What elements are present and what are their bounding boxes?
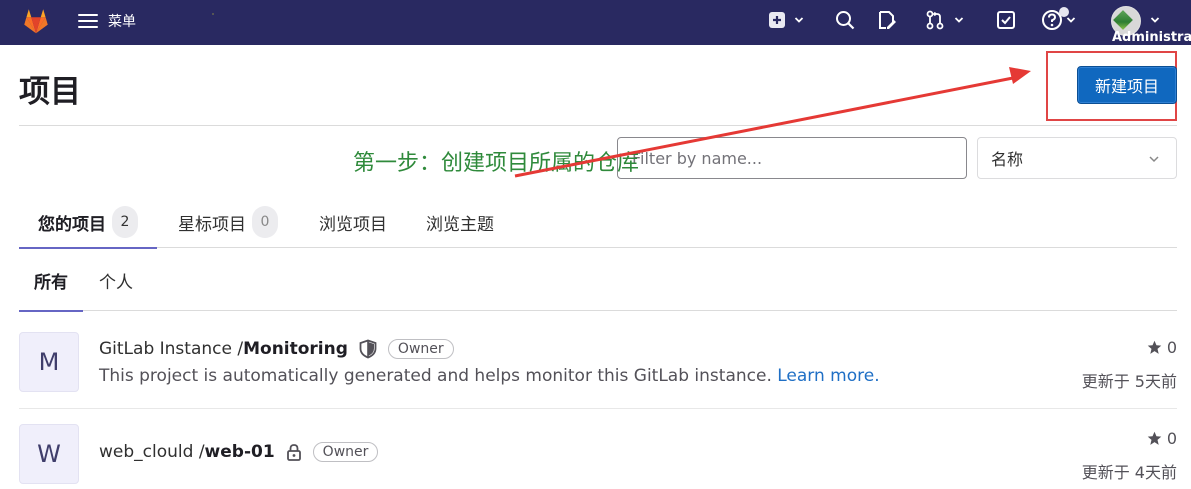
project-avatar[interactable]: W: [19, 424, 79, 484]
subtab-label: 个人: [99, 273, 133, 293]
tab-label: 您的项目: [38, 214, 106, 235]
create-new-dropdown[interactable]: [768, 8, 804, 32]
tab-label: 星标项目: [178, 214, 246, 235]
chevron-down-icon: [1149, 156, 1159, 163]
updated-time: 更新于 5天前: [1081, 372, 1177, 391]
star-value: 0: [1166, 429, 1177, 448]
new-project-button[interactable]: 新建项目: [1077, 66, 1177, 104]
description-text: This project is automatically generated …: [99, 366, 778, 386]
subtab-personal[interactable]: 个人: [99, 250, 133, 311]
todos-button[interactable]: [996, 8, 1016, 32]
tab-explore-topics[interactable]: 浏览主题: [426, 196, 494, 248]
notification-dot: [1059, 7, 1069, 17]
subtab-label: 所有: [34, 273, 68, 293]
list-item: M GitLab Instance / Monitoring Owner Thi…: [19, 312, 1177, 409]
annotation-text: 第一步：创建项目所属的仓库: [353, 151, 640, 176]
divider: [19, 125, 1177, 126]
gitlab-logo[interactable]: [21, 6, 51, 36]
role-badge: Owner: [387, 339, 454, 359]
tab-label: 浏览主题: [426, 214, 494, 235]
star-value: 0: [1166, 338, 1177, 357]
project-name: web-01: [204, 442, 275, 462]
merge-request-icon: [926, 10, 944, 30]
project-avatar[interactable]: M: [19, 332, 79, 392]
project-title[interactable]: web_clould / web-01 Owner: [99, 442, 379, 462]
issues-button[interactable]: [877, 8, 897, 32]
count-badge: 2: [112, 206, 138, 238]
list-item: W web_clould / web-01 Owner 0 更新于 4天前: [19, 410, 1177, 489]
chevron-down-icon: [954, 17, 964, 23]
star-icon: [1147, 340, 1162, 354]
user-name: Administrator: [1112, 30, 1191, 45]
chevron-down-icon: [794, 17, 804, 23]
star-icon: [1147, 431, 1162, 445]
search-icon: [836, 11, 855, 30]
learn-more-link[interactable]: Learn more.: [777, 366, 879, 386]
project-tabs: 您的项目 2 星标项目 0 浏览项目 浏览主题: [19, 196, 1177, 249]
star-count[interactable]: 0: [1147, 338, 1177, 357]
filter-input[interactable]: [617, 137, 967, 179]
sort-dropdown[interactable]: 名称: [977, 137, 1177, 179]
shield-icon: [358, 339, 378, 359]
tab-label: 浏览项目: [319, 214, 387, 235]
chevron-down-icon: [1066, 17, 1076, 23]
menu-button[interactable]: 菜单: [78, 9, 136, 33]
chevron-down-icon: [1150, 17, 1160, 23]
todo-icon: [997, 11, 1015, 29]
issues-icon: [879, 11, 896, 29]
tab-starred-projects[interactable]: 星标项目 0: [178, 196, 278, 248]
star-count[interactable]: 0: [1147, 429, 1177, 448]
project-subtabs: 所有 个人: [19, 250, 1177, 312]
merge-requests-dropdown[interactable]: [925, 8, 964, 32]
user-menu-chevron[interactable]: [1150, 8, 1160, 32]
tab-explore-projects[interactable]: 浏览项目: [319, 196, 387, 248]
menu-label: 菜单: [108, 14, 136, 30]
project-title[interactable]: GitLab Instance / Monitoring Owner: [99, 339, 454, 359]
subtab-all[interactable]: 所有: [19, 250, 83, 312]
hamburger-icon: [78, 14, 98, 28]
tab-your-projects[interactable]: 您的项目 2: [19, 196, 157, 249]
project-namespace: GitLab Instance /: [99, 339, 244, 359]
project-description: This project is automatically generated …: [99, 366, 880, 386]
search-button[interactable]: [835, 8, 855, 32]
updated-time: 更新于 4天前: [1081, 463, 1177, 482]
stray-dot: [212, 13, 214, 15]
lock-icon: [285, 443, 303, 461]
project-name: Monitoring: [243, 339, 348, 359]
sort-selected-value: 名称: [991, 150, 1024, 169]
plus-square-icon: [769, 12, 785, 28]
page-title: 项目: [19, 74, 81, 110]
count-badge: 0: [252, 206, 278, 238]
top-navbar: 菜单 Administra: [0, 0, 1191, 45]
highlight-box: 新建项目: [1046, 51, 1177, 121]
project-namespace: web_clould /: [99, 442, 205, 462]
role-badge: Owner: [312, 442, 379, 462]
